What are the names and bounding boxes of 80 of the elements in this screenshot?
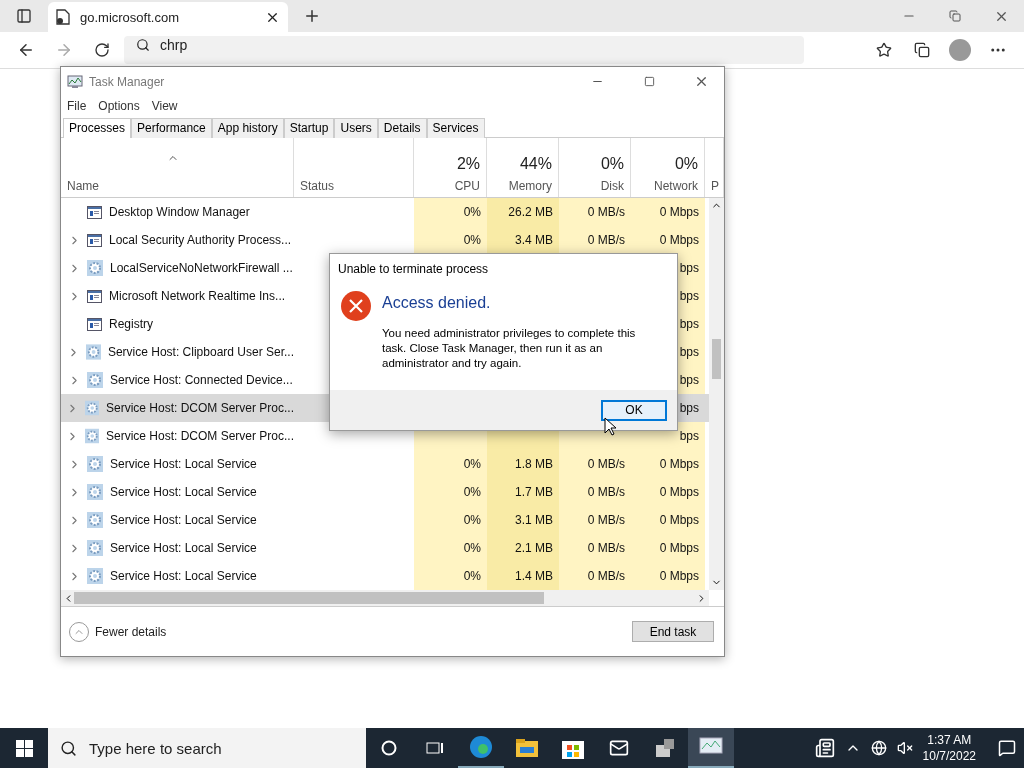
tab[interactable]: Processes bbox=[63, 118, 132, 138]
tab[interactable]: Services bbox=[426, 118, 485, 138]
column-header[interactable]: Memory bbox=[508, 179, 552, 193]
end-task-button[interactable]: End task bbox=[632, 621, 714, 642]
process-name: Service Host: Connected Device... bbox=[110, 373, 293, 387]
process-name: LocalServiceNoNetworkFirewall ... bbox=[110, 261, 293, 275]
process-name: Desktop Window Manager bbox=[109, 205, 250, 219]
column-header[interactable]: CPU bbox=[454, 179, 480, 193]
column-total: 2% bbox=[456, 155, 480, 173]
tab[interactable]: Startup bbox=[283, 118, 335, 138]
process-row[interactable]: Service Host: Local Service 0% 2.1 MB 0 MB/s 0 Mbps bbox=[61, 534, 709, 562]
table-cell: 0 Mbps bbox=[631, 198, 705, 226]
menu-item[interactable]: Options bbox=[98, 99, 140, 113]
process-row[interactable]: Service Host: Local Service 0% 1.4 MB 0 MB/s 0 Mbps bbox=[61, 562, 709, 590]
table-cell: 3.4 MB bbox=[487, 226, 559, 254]
table-cell: 2.1 MB bbox=[487, 534, 559, 562]
tab[interactable]: Details bbox=[377, 118, 427, 138]
column-header[interactable]: Status bbox=[300, 179, 335, 193]
tab[interactable]: Performance bbox=[131, 118, 212, 138]
table-cell: 1.8 MB bbox=[487, 450, 559, 478]
dialog-heading: Access denied. bbox=[382, 294, 492, 312]
window-title: Task Manager bbox=[89, 74, 166, 89]
table-cell: 0 Mbps bbox=[631, 506, 705, 534]
column-total: 0% bbox=[600, 155, 624, 173]
table-cell: 0 MB/s bbox=[559, 198, 631, 226]
table-cell: 0% bbox=[414, 450, 487, 478]
process-row[interactable]: Desktop Window Manager 0% 26.2 MB 0 MB/s 0 Mbps bbox=[61, 198, 709, 226]
table-cell: 0 Mbps bbox=[631, 478, 705, 506]
dialog-title: Unable to terminate process bbox=[337, 261, 490, 278]
process-name: Registry bbox=[109, 317, 153, 331]
table-cell: 0% bbox=[414, 226, 487, 254]
table-cell: 0% bbox=[414, 198, 487, 226]
table-cell: 0 MB/s bbox=[559, 534, 631, 562]
clock[interactable]: 1:37 AM 10/7/2022 bbox=[922, 732, 976, 764]
table-cell: 0 Mbps bbox=[631, 534, 705, 562]
table-cell: 26.2 MB bbox=[487, 198, 559, 226]
process-name: Service Host: Local Service bbox=[110, 541, 257, 555]
table-cell: 0% bbox=[414, 478, 487, 506]
table-cell: 0 MB/s bbox=[559, 506, 631, 534]
table-cell: 1.4 MB bbox=[487, 562, 559, 590]
fewer-details-link[interactable]: Fewer details bbox=[95, 624, 167, 639]
process-row[interactable]: Service Host: Local Service 0% 3.1 MB 0 MB/s 0 Mbps bbox=[61, 506, 709, 534]
tab[interactable]: App history bbox=[211, 118, 284, 138]
process-name: Service Host: Local Service bbox=[110, 457, 257, 471]
table-cell: 0% bbox=[414, 562, 487, 590]
column-header[interactable]: Disk bbox=[600, 179, 624, 193]
process-name: Service Host: Local Service bbox=[110, 569, 257, 583]
process-name: Service Host: Clipboard User Ser... bbox=[107, 345, 294, 359]
table-cell: 0 MB/s bbox=[559, 450, 631, 478]
process-name: Service Host: DCOM Server Proc... bbox=[105, 429, 294, 443]
column-total: 44% bbox=[519, 155, 552, 173]
table-cell: 0 Mbps bbox=[631, 226, 705, 254]
process-name: Service Host: DCOM Server Proc... bbox=[105, 401, 294, 415]
column-header[interactable]: Network bbox=[654, 179, 698, 193]
table-cell: 0 Mbps bbox=[631, 450, 705, 478]
address-field[interactable]: chrp bbox=[124, 36, 804, 64]
table-cell: 0 Mbps bbox=[631, 562, 705, 590]
table-cell: 0 MB/s bbox=[559, 226, 631, 254]
process-row[interactable]: Local Security Authority Process... 0% 3.4 MB 0 MB/s 0 Mbps bbox=[61, 226, 709, 254]
table-cell: 0 MB/s bbox=[559, 562, 631, 590]
ok-button[interactable]: OK bbox=[601, 399, 667, 421]
table-cell: 0% bbox=[414, 506, 487, 534]
menu-item[interactable]: View bbox=[151, 99, 178, 113]
process-name: Microsoft Network Realtime Ins... bbox=[109, 289, 286, 303]
browser-tab[interactable]: go.microsoft.com bbox=[48, 2, 288, 32]
table-cell: 1.7 MB bbox=[487, 478, 559, 506]
menu-item[interactable]: File bbox=[67, 99, 87, 113]
process-row[interactable]: Service Host: Local Service 0% 1.7 MB 0 MB/s 0 Mbps bbox=[61, 478, 709, 506]
table-cell: 3.1 MB bbox=[487, 506, 559, 534]
tab[interactable]: Users bbox=[334, 118, 378, 138]
process-row[interactable]: Service Host: Local Service 0% 1.8 MB 0 MB/s 0 Mbps bbox=[61, 450, 709, 478]
table-cell: 0% bbox=[414, 534, 487, 562]
process-name: Local Security Authority Process... bbox=[109, 233, 292, 247]
column-header[interactable]: Name bbox=[67, 179, 293, 193]
column-header[interactable]: P bbox=[711, 179, 719, 193]
process-name: Service Host: Local Service bbox=[110, 485, 257, 499]
table-cell: 0 MB/s bbox=[559, 478, 631, 506]
search-field[interactable]: Type here to search bbox=[48, 728, 366, 768]
column-total: 0% bbox=[674, 155, 698, 173]
process-name: Service Host: Local Service bbox=[110, 513, 257, 527]
